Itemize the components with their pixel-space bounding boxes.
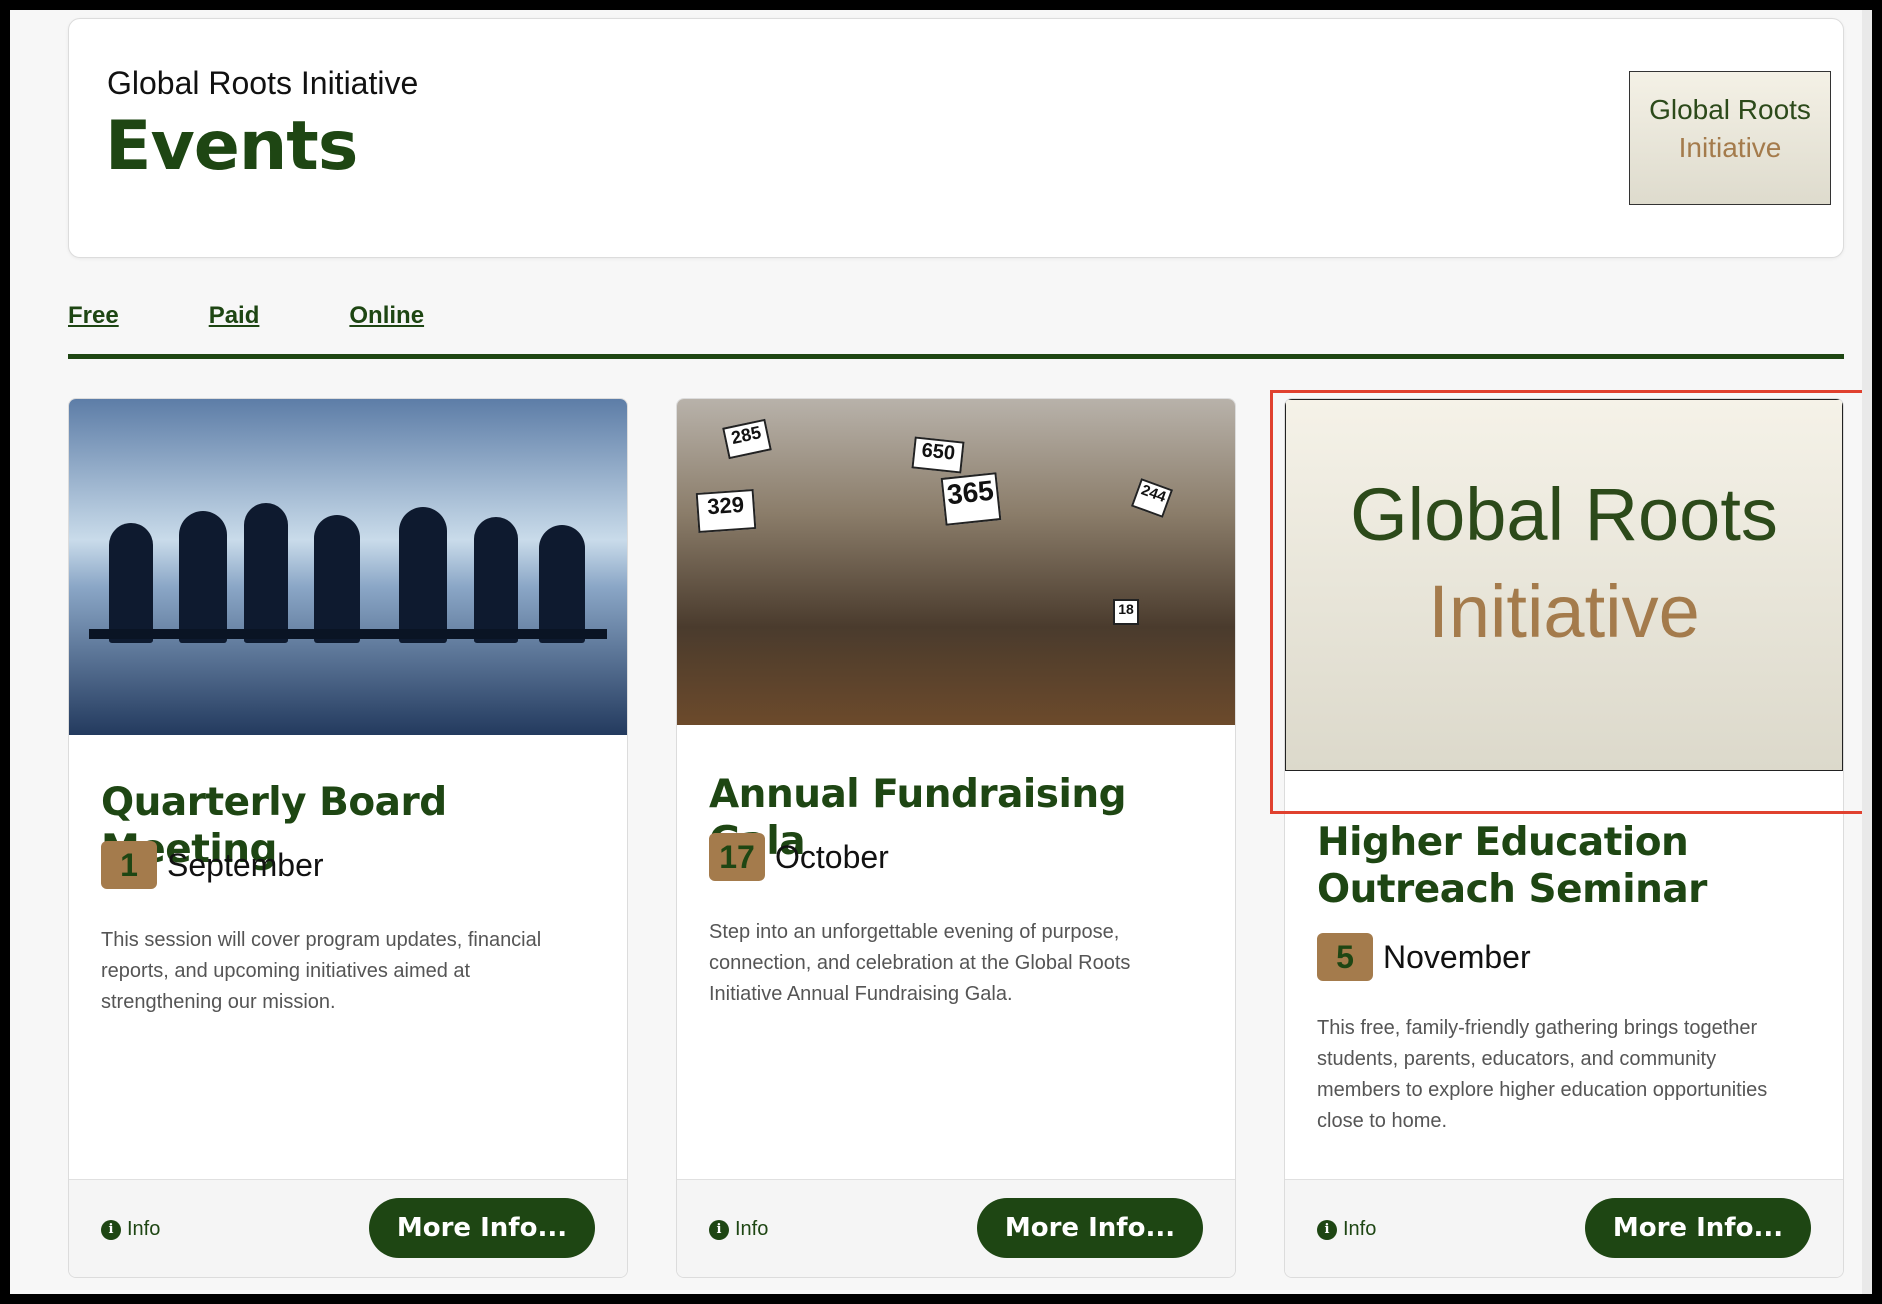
gala-image: 285 650 329 365 244 18 (677, 399, 1235, 725)
scrollbar[interactable] (1862, 10, 1872, 1294)
event-date: 5 November (1317, 933, 1531, 981)
page-viewport: Global Roots Initiative Events Global Ro… (10, 10, 1872, 1294)
tab-divider (68, 354, 1844, 359)
event-card-board-meeting: Quarterly Board Meeting 1 September This… (68, 398, 628, 1278)
paddle-sign: 244 (1130, 478, 1174, 518)
info-label: Info (735, 1218, 769, 1240)
highlight-box (1270, 390, 1872, 814)
day-badge: 1 (101, 841, 157, 889)
info-link[interactable]: i Info (709, 1218, 768, 1241)
paddle-sign: 365 (940, 472, 1002, 526)
event-date: 1 September (101, 841, 324, 889)
card-footer: i Info More Info... (677, 1179, 1235, 1277)
logo-text-line2: Initiative (1678, 132, 1782, 163)
month-label: October (775, 838, 889, 875)
card-footer: i Info More Info... (69, 1179, 627, 1277)
paddle-sign: 18 (1113, 599, 1139, 625)
paddle-sign: 329 (695, 489, 757, 533)
more-info-button[interactable]: More Info... (369, 1198, 595, 1258)
event-filter-tabs: Free Paid Online (68, 302, 424, 330)
month-label: September (167, 846, 324, 883)
more-info-button[interactable]: More Info... (1585, 1198, 1811, 1258)
tab-free[interactable]: Free (68, 302, 119, 330)
paddle-sign: 285 (722, 418, 772, 460)
info-icon: i (709, 1219, 729, 1240)
more-info-button[interactable]: More Info... (977, 1198, 1203, 1258)
event-description: This session will cover program updates,… (101, 929, 542, 1013)
event-card-fundraising-gala: 285 650 329 365 244 18 Annual Fundraisin… (676, 398, 1236, 1278)
info-label: Info (1343, 1218, 1377, 1240)
org-name: Global Roots Initiative (107, 65, 419, 101)
event-date: 17 October (709, 833, 889, 881)
info-icon: i (1317, 1219, 1337, 1240)
info-link[interactable]: i Info (101, 1218, 160, 1241)
tab-online[interactable]: Online (349, 302, 424, 330)
header-card: Global Roots Initiative Events Global Ro… (68, 18, 1844, 258)
paddle-sign: 650 (911, 436, 965, 474)
event-title: Higher Education Outreach Seminar (1317, 820, 1707, 912)
info-icon: i (101, 1219, 121, 1240)
info-link[interactable]: i Info (1317, 1218, 1376, 1241)
tab-paid[interactable]: Paid (209, 302, 260, 330)
event-description: This free, family-friendly gathering bri… (1317, 1017, 1768, 1132)
event-description: Step into an unforgettable evening of pu… (709, 921, 1131, 1005)
card-footer: i Info More Info... (1285, 1179, 1843, 1277)
day-badge: 17 (709, 833, 765, 881)
board-meeting-image (69, 399, 627, 735)
day-badge: 5 (1317, 933, 1373, 981)
org-logo[interactable]: Global Roots Initiative (1629, 71, 1831, 205)
info-label: Info (127, 1218, 161, 1240)
logo-text-line1: Global Roots (1649, 94, 1811, 125)
month-label: November (1383, 938, 1531, 975)
page-title: Events (105, 107, 358, 186)
